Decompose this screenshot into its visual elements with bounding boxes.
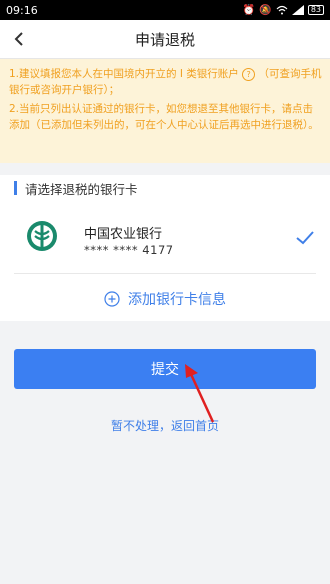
status-time: 09:16 — [6, 3, 38, 17]
section-title: 请选择退税的银行卡 — [25, 181, 138, 197]
notice-box: 1.建议填报您本人在中国境内开立的 I 类银行账户 ? （可查询手机银行或咨询开… — [0, 59, 330, 163]
return-home-link[interactable]: 暂不处理，返回首页 — [0, 417, 330, 434]
notice-line-1-text: 1.建议填报您本人在中国境内开立的 I 类银行账户 — [9, 68, 239, 80]
bank-card-item[interactable]: 中国农业银行 **** **** 4177 — [0, 207, 330, 267]
checkmark-icon — [296, 231, 314, 245]
plus-circle-icon — [104, 291, 120, 307]
help-icon[interactable]: ? — [242, 67, 256, 81]
add-bank-card-button[interactable]: 添加银行卡信息 — [0, 279, 330, 319]
wifi-icon — [276, 5, 288, 15]
annotation-arrow-icon — [185, 364, 215, 423]
mute-icon: 🔕 — [259, 4, 272, 16]
abc-bank-logo-icon — [27, 221, 57, 251]
bank-name: 中国农业银行 — [84, 227, 163, 242]
add-bank-card-label: 添加银行卡信息 — [128, 292, 226, 308]
alarm-icon: ⏰ — [242, 4, 256, 16]
section-accent-bar — [14, 181, 17, 195]
battery-icon: 83 — [307, 5, 324, 15]
signal-icon — [291, 5, 304, 15]
notice-line-1: 1.建议填报您本人在中国境内开立的 I 类银行账户 ? （可查询手机银行或咨询开… — [9, 66, 322, 98]
section-header: 请选择退税的银行卡 — [0, 175, 330, 201]
bank-card-panel: 中国农业银行 **** **** 4177 添加银行卡信息 — [0, 201, 330, 321]
nav-bar: 申请退税 — [0, 20, 330, 59]
divider — [14, 273, 316, 274]
status-icons: ⏰ 🔕 83 — [243, 5, 324, 16]
notice-line-2: 2.当前只列出认证通过的银行卡，如您想退至其他银行卡，请点击添加（已添加但未列出… — [9, 103, 319, 131]
submit-button[interactable]: 提交 — [14, 349, 316, 389]
back-arrow-icon[interactable] — [10, 29, 30, 49]
page-title: 申请退税 — [134, 30, 195, 49]
status-bar: 09:16 ⏰ 🔕 83 — [0, 0, 330, 20]
bank-card-number: **** **** 4177 — [84, 243, 174, 257]
